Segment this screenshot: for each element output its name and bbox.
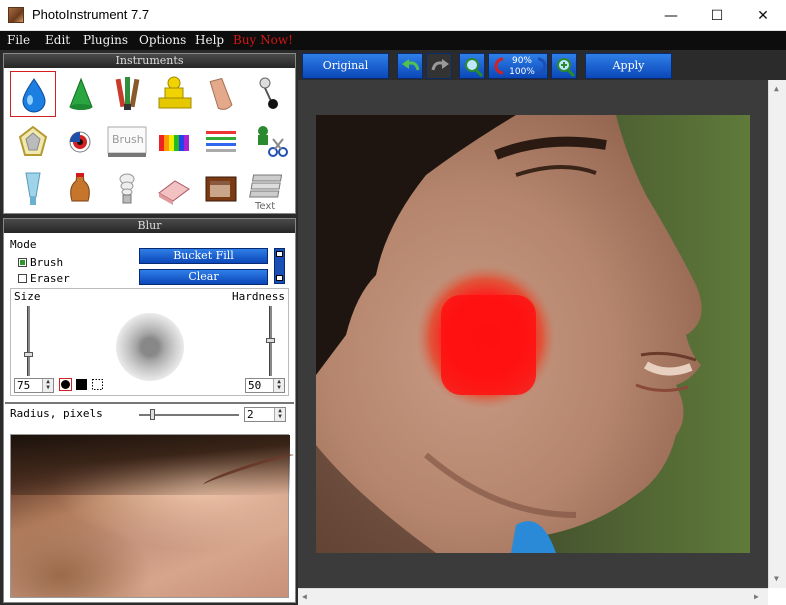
blur-header: Blur (4, 219, 295, 233)
paint-brushes-icon[interactable] (104, 71, 150, 117)
window-title: PhotoInstrument 7.7 (32, 7, 150, 22)
scroll-up-icon[interactable]: ▲ (774, 84, 779, 93)
menu-options[interactable]: Options (139, 33, 186, 47)
pin-icon[interactable] (245, 71, 291, 117)
menu-file[interactable]: File (7, 33, 30, 47)
scissors-icon[interactable] (245, 119, 291, 165)
size-slider-thumb[interactable] (24, 352, 33, 357)
scroller-down[interactable] (276, 275, 283, 281)
eraser-icon[interactable] (151, 167, 197, 213)
zoom-current: 90% (511, 56, 532, 66)
zoom-in-icon[interactable] (551, 53, 577, 79)
apply-button[interactable]: Apply (585, 53, 672, 79)
hardness-slider[interactable] (266, 306, 275, 376)
instruments-header: Instruments (4, 54, 295, 68)
menu-edit[interactable]: Edit (45, 33, 70, 47)
blur-panel: Blur Mode Brush Eraser Bucket Fill Clear… (3, 218, 296, 603)
red-eye-icon[interactable] (57, 119, 103, 165)
tv-icon[interactable] (198, 167, 244, 213)
radius-label: Radius, pixels (10, 407, 103, 420)
clear-button[interactable]: Clear (139, 269, 268, 285)
eraser-option-label: Eraser (30, 272, 70, 285)
vase-icon[interactable] (57, 167, 103, 213)
radius-value: 2 (247, 408, 254, 421)
scroll-right-icon[interactable]: ▶ (754, 592, 759, 601)
radius-input[interactable]: 2 ▲ ▼ (244, 407, 286, 422)
eraser-mode-option[interactable]: Eraser (18, 272, 70, 285)
brush-mode-option[interactable]: Brush (18, 256, 63, 269)
hardness-stepper[interactable]: ▲ ▼ (273, 379, 284, 392)
scroller-up[interactable] (276, 251, 283, 257)
menu-help[interactable]: Help (195, 33, 224, 47)
size-slider[interactable] (24, 306, 33, 376)
radius-stepper[interactable]: ▲ ▼ (274, 408, 285, 421)
lamp-icon[interactable] (104, 167, 150, 213)
image-canvas[interactable] (298, 80, 768, 588)
stamp-icon[interactable] (151, 71, 197, 117)
radius-slider-thumb[interactable] (150, 409, 155, 420)
brush-settings: Size Hardness 75 ▲ ▼ 50 ▲ ▼ (10, 288, 289, 396)
redo-icon[interactable] (426, 53, 452, 79)
size-stepper[interactable]: ▲ ▼ (42, 379, 53, 392)
round-brush-icon[interactable] (59, 378, 72, 391)
mode-label: Mode (10, 238, 37, 251)
menu-buy-now[interactable]: Buy Now! (233, 33, 293, 47)
mode-scroller[interactable] (274, 248, 285, 284)
menu-plugins[interactable]: Plugins (83, 33, 128, 47)
tool-grid: Brush Text (9, 70, 291, 214)
horizontal-scrollbar[interactable]: ◀ ▶ (298, 588, 768, 605)
zoom-preview-image (10, 434, 296, 598)
undo-icon[interactable] (397, 53, 423, 79)
close-button[interactable]: ✕ (740, 0, 786, 31)
hardness-input[interactable]: 50 ▲ ▼ (245, 378, 285, 393)
brush-preview (116, 313, 184, 381)
text-tool-text: Text (254, 201, 275, 212)
divider (5, 402, 294, 404)
scroll-left-icon[interactable]: ◀ (302, 592, 307, 601)
toolbar: Original 90% 100% Apply (298, 50, 786, 80)
sharpen-cone-icon[interactable] (57, 71, 103, 117)
maximize-button[interactable]: ☐ (694, 0, 740, 31)
finger-smudge-icon[interactable] (198, 71, 244, 117)
size-value: 75 (17, 379, 31, 392)
square-brush-icon[interactable] (75, 378, 88, 391)
color-lines-icon[interactable] (198, 119, 244, 165)
minimize-button[interactable]: — (648, 0, 694, 31)
brush-tool-text: Brush (112, 133, 144, 146)
menu-bar: File Edit Plugins Options Help Buy Now! (0, 31, 786, 50)
brush-option-label: Brush (30, 256, 64, 269)
zoom-out-icon[interactable] (459, 53, 485, 79)
instruments-panel: Instruments Brush Text (3, 53, 296, 214)
eraser-checkbox[interactable] (18, 274, 27, 283)
brush-checkbox[interactable] (18, 258, 27, 267)
hardness-slider-thumb[interactable] (266, 338, 275, 343)
title-bar: PhotoInstrument 7.7 — ☐ ✕ (0, 0, 786, 31)
brush-text-icon[interactable]: Brush (104, 119, 150, 165)
diamond-icon[interactable] (10, 119, 56, 165)
size-label: Size (14, 290, 41, 303)
app-icon (8, 7, 24, 23)
scroll-down-icon[interactable]: ▼ (774, 574, 779, 583)
tube-icon[interactable] (10, 167, 56, 213)
hardness-label: Hardness (232, 290, 285, 303)
blur-drop-icon[interactable] (10, 71, 56, 117)
text-stack-icon[interactable]: Text (245, 167, 291, 213)
photo[interactable] (316, 115, 750, 553)
color-bars-icon[interactable] (151, 119, 197, 165)
zoom-level-control[interactable]: 90% 100% (488, 53, 548, 79)
bucket-fill-button[interactable]: Bucket Fill (139, 248, 268, 264)
vertical-scrollbar[interactable]: ▲ ▼ (768, 80, 786, 588)
zoom-fit: 100% (509, 67, 535, 77)
hardness-value: 50 (248, 379, 262, 392)
size-input[interactable]: 75 ▲ ▼ (14, 378, 54, 393)
radius-slider[interactable] (139, 409, 239, 420)
left-sidebar: Instruments Brush Text Blur Mode Brush E… (0, 50, 298, 605)
selection-brush-icon[interactable] (91, 378, 104, 391)
original-button[interactable]: Original (302, 53, 389, 79)
